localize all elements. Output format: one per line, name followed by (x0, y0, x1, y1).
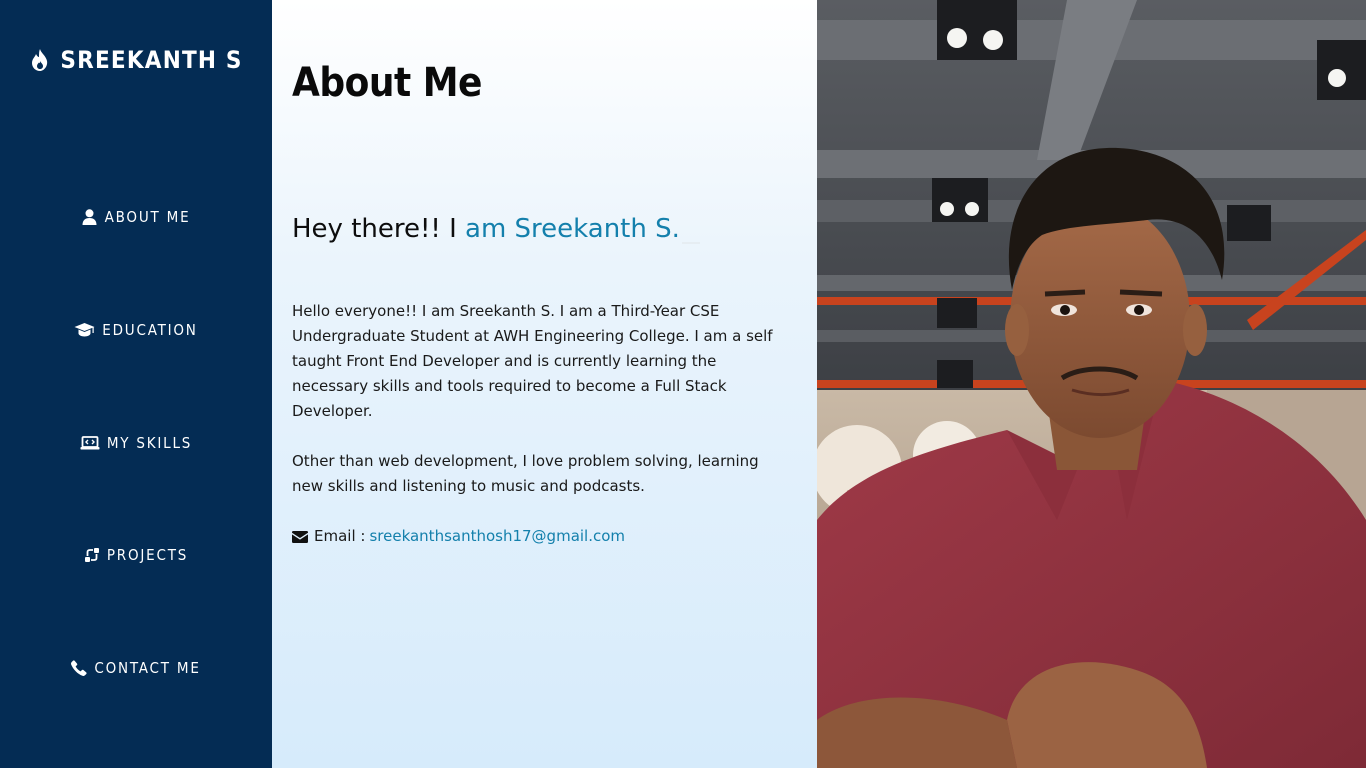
about-section: About Me Hey there!! I am Sreekanth S. H… (272, 0, 817, 768)
typing-cursor (681, 242, 700, 244)
greeting-typed-text: am Sreekanth S. (465, 214, 680, 244)
profile-photo (817, 0, 1366, 768)
project-diagram-icon (84, 547, 100, 563)
nav-item-projects[interactable]: PROJECTS (0, 540, 272, 570)
page-title: About Me (292, 60, 482, 106)
main-nav: ABOUT ME EDUCATION MY SKILLS PROJECTS CO… (0, 0, 272, 768)
envelope-icon (292, 530, 308, 543)
email-link[interactable]: sreekanthsanthosh17@gmail.com (369, 524, 625, 549)
nav-item-education[interactable]: EDUCATION (0, 315, 272, 345)
greeting-heading: Hey there!! I am Sreekanth S. (292, 214, 700, 244)
graduation-cap-icon (74, 322, 95, 338)
nav-label: CONTACT ME (94, 659, 201, 677)
nav-item-my-skills[interactable]: MY SKILLS (0, 428, 272, 458)
email-label: Email : (314, 527, 366, 545)
hobbies-paragraph: Other than web development, I love probl… (292, 452, 759, 495)
nav-label: MY SKILLS (106, 434, 193, 452)
greeting-prefix: Hey there!! I (292, 214, 457, 244)
nav-item-about-me[interactable]: ABOUT ME (0, 202, 272, 232)
user-icon (82, 209, 98, 225)
sidebar: SREEKANTH S ABOUT ME EDUCATION MY SKILLS… (0, 0, 272, 768)
phone-icon (71, 660, 87, 676)
email-row: Email : sreekanthsanthosh17@gmail.com (292, 524, 625, 549)
nav-item-contact-me[interactable]: CONTACT ME (0, 653, 272, 683)
laptop-code-icon (80, 435, 100, 451)
nav-label: ABOUT ME (104, 208, 191, 226)
nav-label: PROJECTS (106, 546, 189, 564)
intro-paragraph: Hello everyone!! I am Sreekanth S. I am … (292, 302, 773, 420)
nav-label: EDUCATION (102, 321, 198, 339)
